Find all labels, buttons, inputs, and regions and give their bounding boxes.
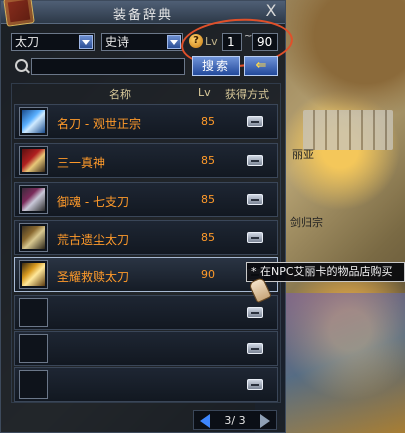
item-level: 85 bbox=[201, 193, 215, 206]
pagination: 3/ 3 bbox=[193, 410, 277, 430]
chevron-down-icon[interactable] bbox=[79, 35, 93, 49]
acquisition-button[interactable] bbox=[247, 343, 263, 354]
item-name: 圣耀救赎太刀 bbox=[57, 270, 130, 284]
next-page-icon[interactable] bbox=[260, 414, 270, 428]
item-level: 90 bbox=[201, 268, 215, 281]
background-bookshelf bbox=[303, 110, 393, 150]
rarity-value: 史诗 bbox=[105, 35, 130, 49]
item-slot bbox=[19, 223, 48, 252]
table-row[interactable]: 荒古遗尘太刀 85 bbox=[14, 220, 278, 255]
acquisition-button[interactable] bbox=[247, 194, 263, 205]
katana-icon bbox=[22, 110, 45, 133]
search-icon bbox=[15, 59, 28, 72]
search-input[interactable] bbox=[31, 58, 185, 75]
acquisition-button[interactable] bbox=[247, 232, 263, 243]
table-row[interactable]: 名刀 - 观世正宗 85 bbox=[14, 104, 278, 139]
column-header-lv: Lv bbox=[198, 86, 211, 99]
category-select[interactable]: 太刀 bbox=[11, 33, 95, 51]
equipment-dictionary-window: 装备辞典 X 太刀 史诗 ? Lv 1 ~ 90 搜索 ⇐ 名称 Lv 获得方式… bbox=[0, 0, 295, 433]
item-slot bbox=[19, 334, 48, 363]
chevron-down-icon[interactable] bbox=[167, 35, 181, 49]
item-name: 三一真神 bbox=[57, 156, 106, 170]
back-button[interactable]: ⇐ bbox=[244, 56, 278, 76]
katana-icon bbox=[22, 149, 45, 172]
item-level: 85 bbox=[201, 154, 215, 167]
item-name: 荒古遗尘太刀 bbox=[57, 233, 130, 247]
search-button[interactable]: 搜索 bbox=[192, 56, 240, 76]
acquisition-button[interactable] bbox=[247, 116, 263, 127]
item-name: 名刀 - 观世正宗 bbox=[57, 117, 141, 131]
katana-icon bbox=[22, 188, 45, 211]
table-row[interactable]: 圣耀救赎太刀 90 bbox=[14, 257, 278, 292]
item-level: 85 bbox=[201, 115, 215, 128]
acquisition-tooltip: * 在NPC艾丽卡的物品店购买 bbox=[246, 262, 405, 282]
item-slot bbox=[19, 298, 48, 327]
table-row[interactable]: 御魂 - 七支刀 85 bbox=[14, 182, 278, 217]
game-screen: 丽亚 剑归宗 装备辞典 X 太刀 史诗 ? Lv 1 ~ 90 搜索 ⇐ 名称 … bbox=[0, 0, 405, 433]
column-header-acquisition: 获得方式 bbox=[225, 88, 269, 101]
item-slot bbox=[19, 146, 48, 175]
acquisition-button[interactable] bbox=[247, 307, 263, 318]
katana-icon bbox=[22, 226, 45, 249]
column-header-name: 名称 bbox=[109, 88, 131, 101]
npc-name-label: 丽亚 bbox=[292, 148, 314, 161]
table-row[interactable]: 三一真神 85 bbox=[14, 143, 278, 178]
item-slot bbox=[19, 107, 48, 136]
acquisition-button[interactable] bbox=[247, 379, 263, 390]
empty-row bbox=[14, 295, 278, 330]
katana-icon bbox=[22, 263, 45, 286]
empty-row bbox=[14, 331, 278, 366]
empty-row bbox=[14, 367, 278, 402]
item-slot bbox=[19, 370, 48, 399]
acquisition-button[interactable] bbox=[247, 155, 263, 166]
background-tree bbox=[275, 0, 405, 120]
rarity-select[interactable]: 史诗 bbox=[101, 33, 183, 51]
close-button[interactable]: X bbox=[263, 3, 279, 19]
item-level: 85 bbox=[201, 231, 215, 244]
item-name: 御魂 - 七支刀 bbox=[57, 195, 129, 209]
npc-name-label: 剑归宗 bbox=[290, 216, 323, 229]
item-slot bbox=[19, 185, 48, 214]
item-slot bbox=[19, 260, 48, 289]
category-value: 太刀 bbox=[15, 35, 40, 49]
